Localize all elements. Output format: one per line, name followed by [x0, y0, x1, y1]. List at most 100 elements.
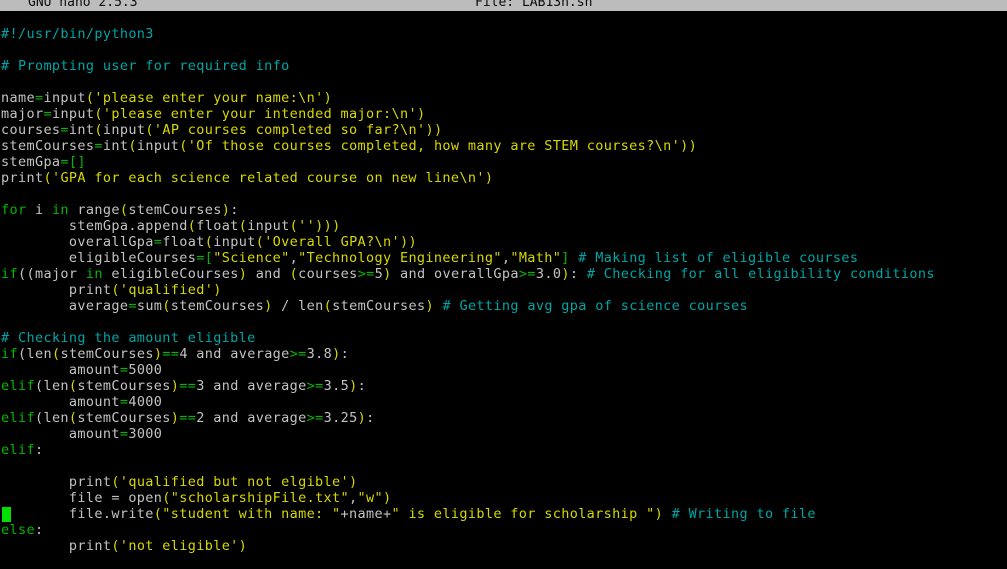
code-token: input — [43, 90, 86, 106]
code-line[interactable]: if(len(stemCourses)==4 and average>=3.8)… — [0, 346, 1007, 362]
code-token: [ — [204, 250, 214, 266]
code-token: and overallGpa — [391, 266, 519, 282]
code-token: (( — [17, 266, 35, 282]
code-token: ( — [204, 234, 214, 250]
code-token: : — [357, 378, 367, 394]
code-token: file = open — [1, 490, 163, 506]
nano-editor-text-area[interactable]: #!/usr/bin/python3 # Prompting user for … — [0, 26, 1007, 569]
code-token: ) — [383, 490, 392, 506]
code-token: courses — [298, 266, 358, 282]
code-token: ( — [43, 170, 52, 186]
code-token: >= — [357, 266, 375, 282]
code-token: , — [349, 490, 358, 506]
code-line[interactable] — [0, 186, 1007, 202]
code-token: stemCourses — [77, 410, 171, 426]
code-token: "Science" — [213, 250, 290, 266]
code-token: 'not eligible' — [119, 538, 239, 554]
code-token: ) — [332, 346, 341, 362]
code-token: ( — [94, 106, 103, 122]
code-line[interactable] — [0, 458, 1007, 474]
code-line[interactable]: for i in range(stemCourses): — [0, 202, 1007, 218]
code-token: ] — [561, 250, 570, 266]
code-line[interactable]: stemGpa.append(float(input(''))) — [0, 218, 1007, 234]
code-line[interactable]: print('GPA for each science related cour… — [0, 170, 1007, 186]
code-token: 3.25 — [323, 410, 358, 426]
code-token: ) — [264, 298, 273, 314]
code-line[interactable]: # Prompting user for required info — [0, 58, 1007, 74]
code-token: "Math" — [510, 250, 562, 266]
code-line[interactable]: file.write("student with name: "+name+" … — [0, 506, 1007, 522]
code-line[interactable]: amount=3000 — [0, 426, 1007, 442]
code-token: len — [43, 378, 69, 394]
code-line[interactable]: courses=int(input('AP courses completed … — [0, 122, 1007, 138]
code-token: " is eligible for scholarship " — [391, 506, 655, 522]
code-line[interactable]: print('qualified but not elgible') — [0, 474, 1007, 490]
code-token: amount — [1, 394, 120, 410]
code-token: overallGpa — [1, 234, 154, 250]
code-token: float — [196, 218, 239, 234]
code-line[interactable] — [0, 74, 1007, 90]
code-line[interactable]: major=input('please enter your intended … — [0, 106, 1007, 122]
code-line[interactable]: print('not eligible') — [0, 538, 1007, 554]
code-line[interactable]: overallGpa=float(input('Overall GPA?\n')… — [0, 234, 1007, 250]
code-token: ( — [162, 298, 171, 314]
code-line[interactable] — [0, 314, 1007, 330]
code-line[interactable]: #!/usr/bin/python3 — [0, 26, 1007, 42]
code-token: = — [94, 138, 103, 154]
code-token: ) — [654, 506, 664, 522]
code-token: 3.0 — [535, 266, 562, 282]
code-token: len — [43, 410, 69, 426]
code-token: ( — [289, 218, 299, 234]
code-line[interactable]: # Checking the amount eligible — [0, 330, 1007, 346]
code-line[interactable]: if((major in eligibleCourses) and (cours… — [0, 266, 1007, 282]
code-token: : — [340, 346, 350, 362]
nano-filename-label: File: LAB13n.sh — [475, 0, 593, 10]
text-cursor — [2, 507, 11, 522]
code-token: print — [1, 538, 112, 554]
code-token: [] — [68, 154, 86, 170]
code-token: = — [60, 154, 69, 170]
code-token: >= — [306, 378, 324, 394]
code-token: amount — [1, 362, 120, 378]
code-token: major — [34, 266, 86, 282]
code-line[interactable]: else: — [0, 522, 1007, 538]
code-line[interactable]: stemGpa=[] — [0, 154, 1007, 170]
code-line[interactable]: average=sum(stemCourses) / len(stemCours… — [0, 298, 1007, 314]
code-line[interactable] — [0, 42, 1007, 58]
code-token: 'qualified' — [119, 282, 214, 298]
code-line[interactable]: amount=4000 — [0, 394, 1007, 410]
code-token: "Technology Engineering" — [298, 250, 502, 266]
code-line[interactable]: elif: — [0, 442, 1007, 458]
code-line[interactable]: stemCourses=int(input('Of those courses … — [0, 138, 1007, 154]
code-token: )) — [680, 138, 698, 154]
code-token: )) — [400, 234, 417, 250]
code-token: file.write — [1, 506, 154, 522]
code-token: ) — [425, 298, 434, 314]
code-token: ) — [238, 266, 248, 282]
code-token: amount — [1, 426, 120, 442]
code-line[interactable]: name=input('please enter your name:\n') — [0, 90, 1007, 106]
code-token: stemCourses — [1, 138, 95, 154]
code-token: : — [34, 522, 44, 538]
code-line[interactable]: print('qualified') — [0, 282, 1007, 298]
code-token: elif — [1, 442, 35, 458]
code-token: eligibleCourses — [102, 266, 239, 282]
code-token: ) — [349, 474, 358, 490]
code-token: # Writing to file — [671, 506, 816, 522]
code-token: 4000 — [128, 394, 163, 410]
code-line[interactable]: elif(len(stemCourses)==3 and average>=3.… — [0, 378, 1007, 394]
code-line[interactable]: amount=5000 — [0, 362, 1007, 378]
code-token: ( — [238, 218, 248, 234]
code-token: 3.5 — [323, 378, 350, 394]
code-line[interactable]: elif(len(stemCourses)==2 and average>=3.… — [0, 410, 1007, 426]
code-token: print — [1, 170, 44, 186]
code-token: 2 and average — [196, 410, 307, 426]
code-line[interactable]: file = open("scholarshipFile.txt","w") — [0, 490, 1007, 506]
code-token: ) — [323, 90, 333, 106]
nano-version-label: GNU nano 2.5.3 — [28, 0, 138, 10]
code-line[interactable]: eligibleCourses=["Science","Technology E… — [0, 250, 1007, 266]
code-token: int — [68, 122, 95, 138]
code-token: stemCourses — [77, 378, 171, 394]
code-token: ( — [111, 538, 120, 554]
